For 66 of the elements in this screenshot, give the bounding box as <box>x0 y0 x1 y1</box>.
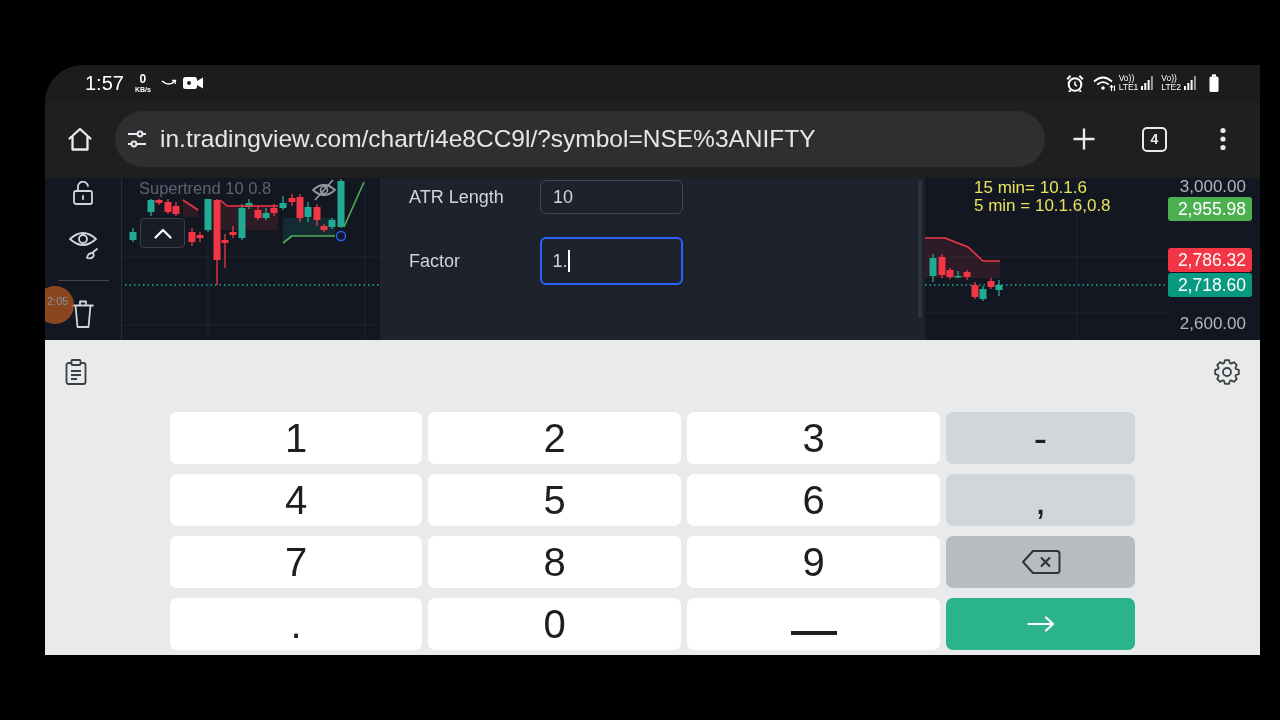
chart-note: 5 min = 10.1.6,0.8 <box>974 197 1111 215</box>
trend-line <box>343 181 365 228</box>
keyboard-key[interactable]: 8 <box>428 536 681 588</box>
data-speed-value: 0 <box>139 72 147 85</box>
keyboard-key[interactable]: 9 <box>687 536 940 588</box>
clipboard-icon[interactable] <box>65 359 87 385</box>
keyboard-key[interactable]: 3 <box>687 412 940 464</box>
right-arrow-icon <box>1026 616 1055 632</box>
volte-label: Vo)) <box>1161 74 1177 83</box>
field-label: ATR Length <box>409 186 505 208</box>
signal-icon <box>1184 75 1196 90</box>
shaded-band <box>183 200 198 217</box>
price-label: 2,600.00 <box>1179 315 1246 333</box>
settings-icon[interactable] <box>1214 359 1240 385</box>
network-label: LTE2 <box>1161 82 1181 91</box>
number-field[interactable]: 10 <box>540 180 683 214</box>
price-label: 3,000.00 <box>1179 178 1246 196</box>
backspace-icon <box>1020 549 1061 575</box>
keyboard-key[interactable]: - <box>946 412 1135 464</box>
keyboard-key[interactable]: 7 <box>170 536 422 588</box>
backspace-key[interactable] <box>946 536 1135 588</box>
home-icon[interactable] <box>67 126 93 152</box>
keyboard-key[interactable]: . <box>170 598 422 650</box>
trash-icon[interactable] <box>71 299 95 329</box>
indicator-legend: Supertrend 10 0.8 <box>139 179 272 198</box>
keyboard-key[interactable]: 4 <box>170 474 422 526</box>
network-label: LTE1 <box>1118 82 1139 91</box>
battery-icon <box>1209 73 1219 92</box>
number-field[interactable]: 1. <box>540 237 683 285</box>
wifi-icon <box>1092 74 1115 91</box>
plus-icon[interactable] <box>1072 127 1096 151</box>
keyboard-key[interactable]: 2 <box>428 412 681 464</box>
field-label: Factor <box>409 250 461 272</box>
trend-line <box>182 199 199 211</box>
price-tag: 2,955.98 <box>1168 197 1252 221</box>
volte-label: Vo)) <box>1118 74 1135 83</box>
trend-line <box>219 199 279 207</box>
padlock-icon[interactable] <box>72 181 94 205</box>
curve-arrow-icon <box>160 78 177 87</box>
price-tag: 2,786.32 <box>1168 248 1252 272</box>
trend-line <box>282 235 336 244</box>
clock-time: 1:57 <box>85 72 124 93</box>
signal-icon <box>1141 75 1154 90</box>
keyboard-key[interactable]: 6 <box>687 474 940 526</box>
kebab-menu-icon[interactable] <box>1220 127 1226 151</box>
circle-marker-icon <box>335 230 347 242</box>
keyboard-key[interactable]: , <box>946 474 1135 526</box>
alarm-clock-icon <box>1065 73 1084 92</box>
shaded-band <box>283 218 335 243</box>
sliders-icon[interactable] <box>127 129 147 149</box>
price-tag: 2,718.60 <box>1168 273 1252 297</box>
keyboard-key[interactable]: 1 <box>170 412 422 464</box>
chart-note: 15 min= 10.1.6 <box>974 179 1088 197</box>
text-cursor-icon <box>567 250 570 272</box>
collapse-button[interactable] <box>140 218 185 248</box>
candle <box>129 227 137 243</box>
space-bar-icon <box>790 631 837 635</box>
tab-count-button[interactable]: 4 <box>1142 126 1167 152</box>
time-label: 2:05 <box>47 296 69 307</box>
keyboard-key[interactable]: 5 <box>428 474 681 526</box>
video-camera-icon <box>182 75 203 90</box>
crossed-eye-icon[interactable] <box>311 179 337 201</box>
chevron-up-icon <box>153 227 172 239</box>
address-field[interactable]: in.tradingview.com/chart/i4e8CC9l/?symbol=NSE%3ANIFTY <box>115 111 1045 167</box>
keyboard-key[interactable]: 0 <box>428 598 681 650</box>
touch-indicator-icon <box>45 286 75 324</box>
